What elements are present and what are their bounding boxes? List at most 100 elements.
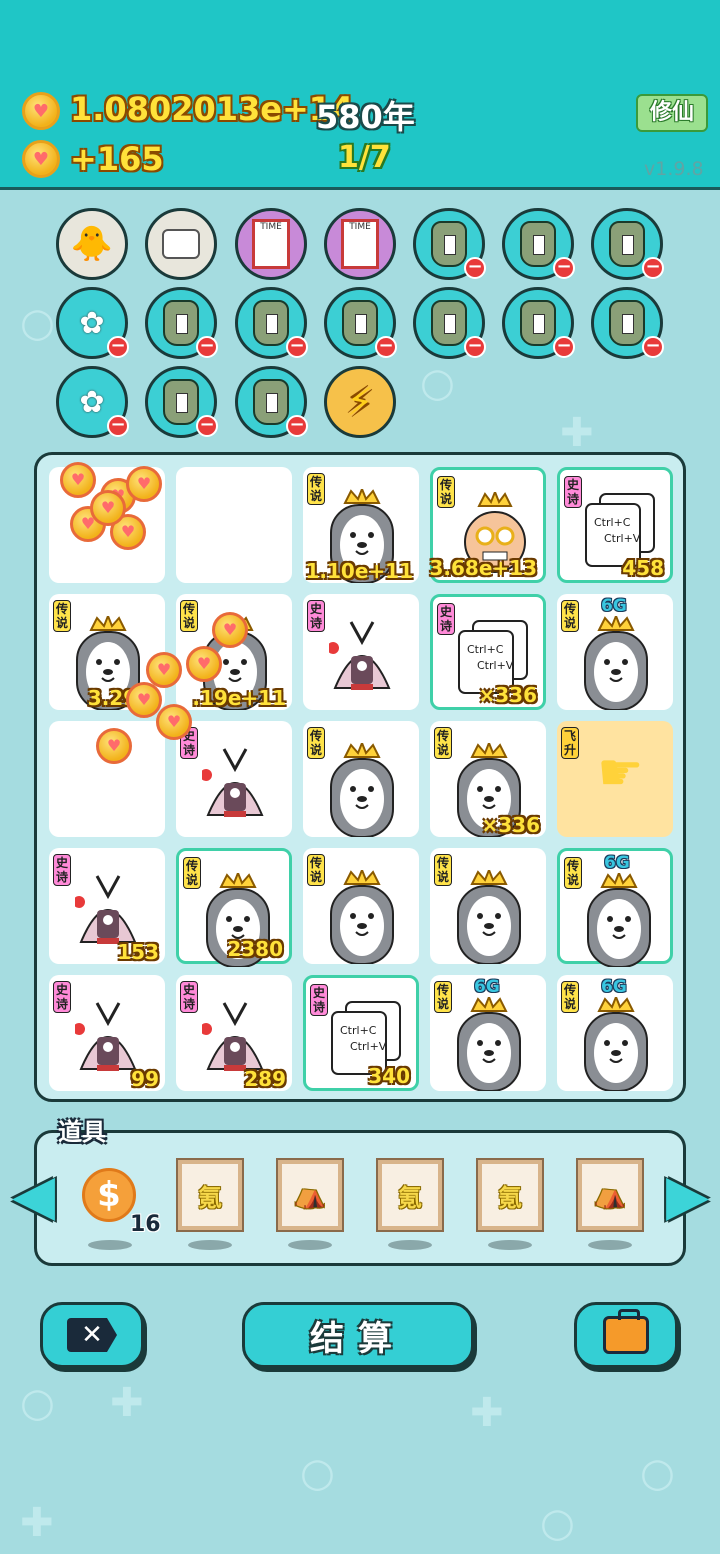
time-magazine-icon: TIME (341, 219, 379, 269)
network-badge: 6G (604, 853, 630, 873)
prop-frame-krypton[interactable]: 氪 (476, 1158, 544, 1232)
bg-decoration: ✚ (110, 1380, 144, 1426)
dollar-coin-icon[interactable]: $ (82, 1168, 136, 1222)
board-cell[interactable]: 传说 (303, 721, 419, 838)
board-cell[interactable]: Ctrl+C Ctrl+V 史诗 ×336 (430, 594, 546, 710)
heart-coin-icon: ♥ (126, 682, 162, 718)
svg-text:Ctrl+C: Ctrl+C (340, 1024, 377, 1037)
rarity-tag: 传说 (437, 476, 455, 508)
board-cell[interactable]: Ctrl+C Ctrl+V 史诗 458 (557, 467, 673, 583)
remove-icon[interactable]: − (464, 257, 486, 279)
inventory-button[interactable] (574, 1302, 678, 1368)
money-total: 1.0802013e+14 (70, 90, 354, 128)
tent-icon: ⛺ (293, 1180, 327, 1210)
owned-item-tofu[interactable] (145, 208, 217, 280)
prop-frame-krypton[interactable]: 氪 (176, 1158, 244, 1232)
close-icon: ✕ (67, 1318, 117, 1352)
owned-item-chicken[interactable]: 🐥 (56, 208, 128, 280)
rarity-tag: 传说 (561, 981, 579, 1013)
owned-item-bag[interactable]: − (413, 208, 486, 280)
remove-icon[interactable]: − (107, 415, 129, 437)
board-cell[interactable]: Ctrl+C Ctrl+V 史诗 340 (303, 975, 419, 1091)
board-cell[interactable]: 传说 6G (557, 848, 673, 968)
board-cell[interactable]: 传说 2380 (176, 848, 292, 968)
board-cell[interactable]: 传说 (430, 848, 546, 965)
owned-item-bag[interactable]: − (324, 287, 397, 359)
arrow-right-icon[interactable]: ▶ (666, 1166, 709, 1230)
remove-icon[interactable]: − (286, 336, 308, 358)
close-button[interactable]: ✕ (40, 1302, 144, 1368)
remove-icon[interactable]: − (286, 415, 308, 437)
board-cell[interactable]: 史诗 99 (49, 975, 165, 1091)
remove-icon[interactable]: − (642, 336, 664, 358)
xiuxian-button[interactable]: 修仙 (636, 94, 708, 132)
arrow-left-icon[interactable]: ◀ (12, 1166, 55, 1230)
money-bag-icon (163, 379, 199, 425)
board-cell[interactable]: 传说 6G (430, 975, 546, 1092)
board-cell[interactable]: 传说 (303, 848, 419, 965)
board-cell[interactable]: 史诗 289 (176, 975, 292, 1091)
cell-count: 99 (131, 1067, 159, 1091)
owned-item-bag[interactable]: − (235, 287, 308, 359)
prop-shadow (188, 1240, 232, 1250)
owned-item-flower[interactable]: ✿ − (56, 287, 129, 359)
owned-item-lightning[interactable]: ⚡ (324, 366, 396, 438)
bg-decoration: ○ (540, 1500, 575, 1546)
prop-shadow (288, 1240, 332, 1250)
owned-item-flower[interactable]: ✿ − (56, 366, 129, 438)
cell-count: 1.10e+11 (305, 559, 414, 583)
owned-item-bag[interactable]: − (591, 208, 664, 280)
network-badge: 6G (474, 977, 500, 997)
owned-item-bag[interactable]: − (145, 287, 218, 359)
board-cell[interactable] (176, 467, 292, 583)
board-cell[interactable]: ☛ 飞升 (557, 721, 673, 837)
owned-item-bag[interactable]: − (413, 287, 486, 359)
bg-decoration: ○ (420, 360, 455, 406)
board-cell[interactable]: 传说 ×336 (430, 721, 546, 838)
prop-shadow (488, 1240, 532, 1250)
money-bag-icon (431, 300, 467, 346)
husky-king-icon (325, 867, 399, 965)
owned-item-bag[interactable]: − (591, 287, 664, 359)
prop-frame-tent[interactable]: ⛺ (576, 1158, 644, 1232)
owned-item-bag[interactable]: − (502, 287, 575, 359)
owned-item-time-magazine[interactable]: TIME (235, 208, 307, 280)
owned-item-time-magazine[interactable]: TIME (324, 208, 396, 280)
remove-icon[interactable]: − (553, 257, 575, 279)
svg-text:Ctrl+C: Ctrl+C (467, 643, 504, 656)
board-cell[interactable]: 传说 3.68e+13 (430, 467, 546, 583)
husky-king-icon (452, 994, 526, 1092)
board-cell[interactable]: 传说 6G (557, 594, 673, 711)
cell-count: 3.68e+13 (429, 556, 538, 580)
owned-item-bag[interactable]: − (502, 208, 575, 280)
bg-decoration: ○ (300, 1450, 335, 1496)
remove-icon[interactable]: − (196, 415, 218, 437)
board-cell[interactable]: 史诗 153 (49, 848, 165, 964)
svg-text:Ctrl+V: Ctrl+V (477, 659, 514, 672)
settle-button[interactable]: 结算 (242, 1302, 474, 1368)
remove-icon[interactable]: − (642, 257, 664, 279)
money-bag-icon (520, 300, 556, 346)
remove-icon[interactable]: − (375, 336, 397, 358)
year-count: 580年 (316, 98, 415, 136)
prop-frame-tent[interactable]: ⛺ (276, 1158, 344, 1232)
remove-icon[interactable]: − (553, 336, 575, 358)
settle-label: 结算 (310, 1318, 406, 1359)
remove-icon[interactable]: − (196, 336, 218, 358)
rarity-tag: 传说 (564, 857, 582, 889)
rarity-tag: 史诗 (310, 984, 328, 1016)
rarity-tag: 史诗 (53, 854, 71, 886)
owned-item-bag[interactable]: − (235, 366, 308, 438)
money-bag-icon (609, 221, 645, 267)
remove-icon[interactable]: − (464, 336, 486, 358)
board-cell[interactable]: 传说 1.10e+11 (303, 467, 419, 584)
remove-icon[interactable]: − (107, 336, 129, 358)
money-bag-icon (431, 221, 467, 267)
board-cell[interactable]: 传说 6G (557, 975, 673, 1092)
prop-frame-krypton[interactable]: 氪 (376, 1158, 444, 1232)
briefcase-icon (603, 1309, 649, 1354)
heart-coin-icon: ♥ (22, 92, 60, 130)
board-cell[interactable]: 史诗 (303, 594, 419, 710)
flower-pot-icon: ✿ (79, 384, 105, 420)
owned-item-bag[interactable]: − (145, 366, 218, 438)
